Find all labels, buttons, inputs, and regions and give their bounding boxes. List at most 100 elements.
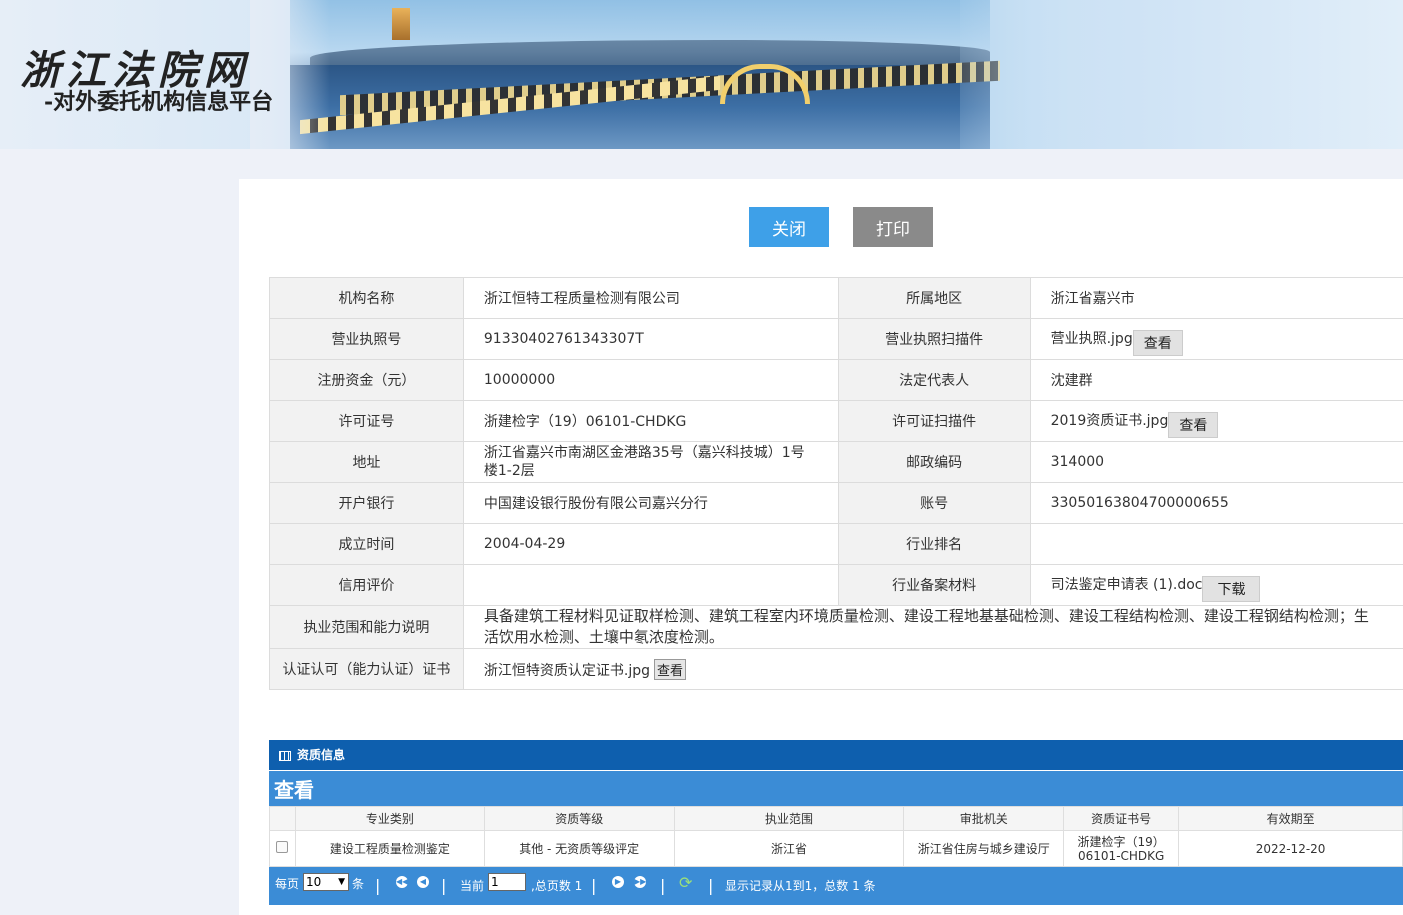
current-page-label: 当前 <box>460 879 485 893</box>
col-select <box>269 806 296 831</box>
pager-bar: 每页 10 ▼ 条 | ◀◀ ◀ | 当前 1 ,总页数 1 | ▶ ▶▶ | ⟳… <box>269 867 1403 905</box>
col-scope[interactable]: 执业范围 <box>673 806 905 831</box>
cert-filename: 浙江恒特资质认定证书.jpg <box>483 662 650 679</box>
banner-fade-right <box>960 0 1403 149</box>
credit-value <box>462 564 839 606</box>
close-button[interactable]: 关闭 <box>749 207 829 247</box>
founded-value: 2004-04-29 <box>462 523 839 565</box>
chevron-down-icon: ▼ <box>338 877 345 887</box>
postcode-value: 314000 <box>1029 441 1403 483</box>
legal-rep-value: 沈建群 <box>1029 359 1403 401</box>
pagoda-icon <box>392 8 410 40</box>
qualification-grid: 资质信息 查看 专业类别 资质等级 执业范围 审批机关 资质证书号 有效期至 建… <box>269 740 1403 905</box>
row-checkbox[interactable] <box>276 841 289 853</box>
legal-rep-label: 法定代表人 <box>837 359 1031 401</box>
permit-scan-label: 许可证扫描件 <box>837 400 1031 442</box>
scope-label: 执业范围和能力说明 <box>269 605 464 649</box>
permit-scan-filename: 2019资质证书.jpg <box>1050 413 1169 429</box>
per-page-prefix: 每页 <box>275 877 300 891</box>
org-name-label: 机构名称 <box>269 277 464 319</box>
view-cert-button[interactable]: 查看 <box>654 658 687 680</box>
table-row: 机构名称 浙江恒特工程质量检测有限公司 所属地区 浙江省嘉兴市 <box>269 277 1403 319</box>
table-row: 开户银行 中国建设银行股份有限公司嘉兴分行 账号 330501638047000… <box>269 482 1403 524</box>
pager-separator: | <box>441 876 447 895</box>
col-authority[interactable]: 审批机关 <box>903 806 1065 831</box>
table-row: 营业执照号 91330402761343307T 营业执照扫描件 营业执照.jp… <box>269 318 1403 360</box>
filing-cell: 司法鉴定申请表 (1).doc 下载 <box>1029 564 1403 606</box>
row-cert-no-line1: 浙建检字（19） <box>1077 834 1165 849</box>
per-page-suffix: 条 <box>352 877 365 891</box>
filing-label: 行业备案材料 <box>837 564 1031 606</box>
license-no-label: 营业执照号 <box>269 318 464 360</box>
cert-cell: 浙江恒特资质认定证书.jpg 查看 <box>462 648 1403 690</box>
bank-label: 开户银行 <box>269 482 464 524</box>
pager-separator: | <box>708 876 714 895</box>
download-filing-button[interactable]: 下载 <box>1202 576 1261 602</box>
postcode-label: 邮政编码 <box>837 441 1031 483</box>
row-level: 其他 - 无资质等级评定 <box>483 830 675 867</box>
col-category[interactable]: 专业类别 <box>294 806 485 831</box>
current-page-input[interactable]: 1 <box>488 873 526 891</box>
row-scope: 浙江省 <box>673 830 905 867</box>
first-page-icon[interactable]: ◀◀ <box>396 876 408 888</box>
capital-label: 注册资金（元） <box>269 359 464 401</box>
org-info-table: 机构名称 浙江恒特工程质量检测有限公司 所属地区 浙江省嘉兴市 营业执照号 91… <box>269 277 1403 690</box>
per-page-select[interactable]: 10 ▼ <box>303 873 349 891</box>
table-row: 许可证号 浙建检字（19）06101-CHDKG 许可证扫描件 2019资质证书… <box>269 400 1403 442</box>
last-page-icon[interactable]: ▶▶ <box>634 876 646 888</box>
scope-value: 具备建筑工程材料见证取样检测、建筑工程室内环境质量检测、建设工程地基基础检测、建… <box>462 605 1403 649</box>
row-cert-no-line2: 06101-CHDKG <box>1078 848 1165 863</box>
qualification-table: 专业类别 资质等级 执业范围 审批机关 资质证书号 有效期至 建设工程质量检测鉴… <box>269 806 1403 867</box>
total-pages-label: ,总页数 1 <box>531 879 583 893</box>
detail-panel: 关闭 打印 机构名称 浙江恒特工程质量检测有限公司 所属地区 浙江省嘉兴市 营业… <box>239 179 1403 915</box>
prev-page-icon[interactable]: ◀ <box>417 876 429 888</box>
banner-fade-left <box>250 0 330 149</box>
founded-label: 成立时间 <box>269 523 464 565</box>
rank-value <box>1029 523 1403 565</box>
account-value: 33050163804700000655 <box>1029 482 1403 524</box>
row-authority: 浙江省住房与城乡建设厅 <box>903 830 1065 867</box>
col-valid-until[interactable]: 有效期至 <box>1178 806 1403 831</box>
pager-separator: | <box>591 876 597 895</box>
license-no-value: 91330402761343307T <box>462 318 839 360</box>
filing-filename: 司法鉴定申请表 (1).doc <box>1050 577 1203 593</box>
qualification-panel-title: 资质信息 <box>297 748 346 762</box>
table-row: 注册资金（元） 10000000 法定代表人 沈建群 <box>269 359 1403 401</box>
permit-scan-cell: 2019资质证书.jpg 查看 <box>1029 400 1403 442</box>
col-cert-no[interactable]: 资质证书号 <box>1063 806 1180 831</box>
view-permit-button[interactable]: 查看 <box>1168 412 1219 438</box>
table-header-row: 专业类别 资质等级 执业范围 审批机关 资质证书号 有效期至 <box>269 806 1403 831</box>
account-label: 账号 <box>837 482 1031 524</box>
license-scan-filename: 营业执照.jpg <box>1050 331 1133 347</box>
refresh-icon[interactable]: ⟳ <box>679 873 692 892</box>
grid-icon <box>279 750 291 761</box>
pager-separator: | <box>660 876 666 895</box>
row-category: 建设工程质量检测鉴定 <box>294 830 485 867</box>
pager-separator: | <box>375 876 381 895</box>
license-scan-cell: 营业执照.jpg 查看 <box>1029 318 1403 360</box>
row-cert-no: 浙建检字（19） 06101-CHDKG <box>1063 830 1180 867</box>
table-row[interactable]: 建设工程质量检测鉴定 其他 - 无资质等级评定 浙江省 浙江省住房与城乡建设厅 … <box>269 830 1403 867</box>
region-label: 所属地区 <box>837 277 1031 319</box>
row-select-cell <box>269 830 296 867</box>
address-label: 地址 <box>269 441 464 483</box>
table-row: 成立时间 2004-04-29 行业排名 <box>269 523 1403 565</box>
print-button[interactable]: 打印 <box>853 207 933 247</box>
permit-no-label: 许可证号 <box>269 400 464 442</box>
table-row: 执业范围和能力说明 具备建筑工程材料见证取样检测、建筑工程室内环境质量检测、建设… <box>269 605 1403 649</box>
permit-no-value: 浙建检字（19）06101-CHDKG <box>462 400 839 442</box>
capital-value: 10000000 <box>462 359 839 401</box>
record-summary: 显示记录从1到1，总数 1 条 <box>725 879 876 893</box>
org-name-value: 浙江恒特工程质量检测有限公司 <box>462 277 839 319</box>
col-level[interactable]: 资质等级 <box>483 806 675 831</box>
license-scan-label: 营业执照扫描件 <box>837 318 1031 360</box>
table-row: 地址 浙江省嘉兴市南湖区金港路35号（嘉兴科技城）1号楼1-2层 邮政编码 31… <box>269 441 1403 483</box>
rank-label: 行业排名 <box>837 523 1031 565</box>
per-page-value: 10 <box>306 875 322 889</box>
next-page-icon[interactable]: ▶ <box>612 876 624 888</box>
view-license-button[interactable]: 查看 <box>1132 330 1183 356</box>
table-row: 信用评价 行业备案材料 司法鉴定申请表 (1).doc 下载 <box>269 564 1403 606</box>
address-value: 浙江省嘉兴市南湖区金港路35号（嘉兴科技城）1号楼1-2层 <box>462 441 839 483</box>
qualification-panel-header: 资质信息 <box>269 740 1403 770</box>
table-row: 认证认可（能力认证）证书 浙江恒特资质认定证书.jpg 查看 <box>269 648 1403 690</box>
